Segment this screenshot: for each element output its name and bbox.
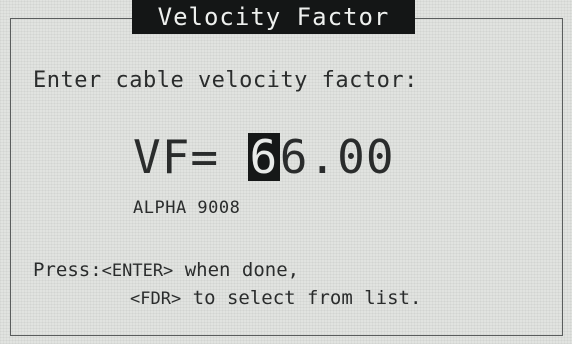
help-line-enter: Press:<ENTER> when done,	[33, 259, 299, 281]
vf-entry[interactable]: VF= 66.00	[133, 130, 395, 184]
screen-title: Velocity Factor	[132, 0, 415, 34]
press-label: Press:	[33, 259, 102, 281]
prompt-text: Enter cable velocity factor:	[33, 68, 418, 93]
vf-label: VF=	[133, 130, 220, 184]
vf-cursor-digit[interactable]: 6	[247, 133, 280, 181]
cable-name: ALPHA 9008	[133, 198, 241, 218]
vf-value-rest: 6.00	[279, 130, 395, 184]
help-line-fdr: <FDR> to select from list.	[130, 287, 421, 309]
fdr-key-hint: <FDR>	[130, 289, 182, 309]
enter-key-hint: <ENTER>	[101, 261, 174, 281]
fdr-hint-text: to select from list.	[181, 287, 422, 309]
lcd-screen: Velocity Factor Enter cable velocity fac…	[0, 0, 572, 344]
enter-hint-text: when done,	[173, 259, 300, 281]
